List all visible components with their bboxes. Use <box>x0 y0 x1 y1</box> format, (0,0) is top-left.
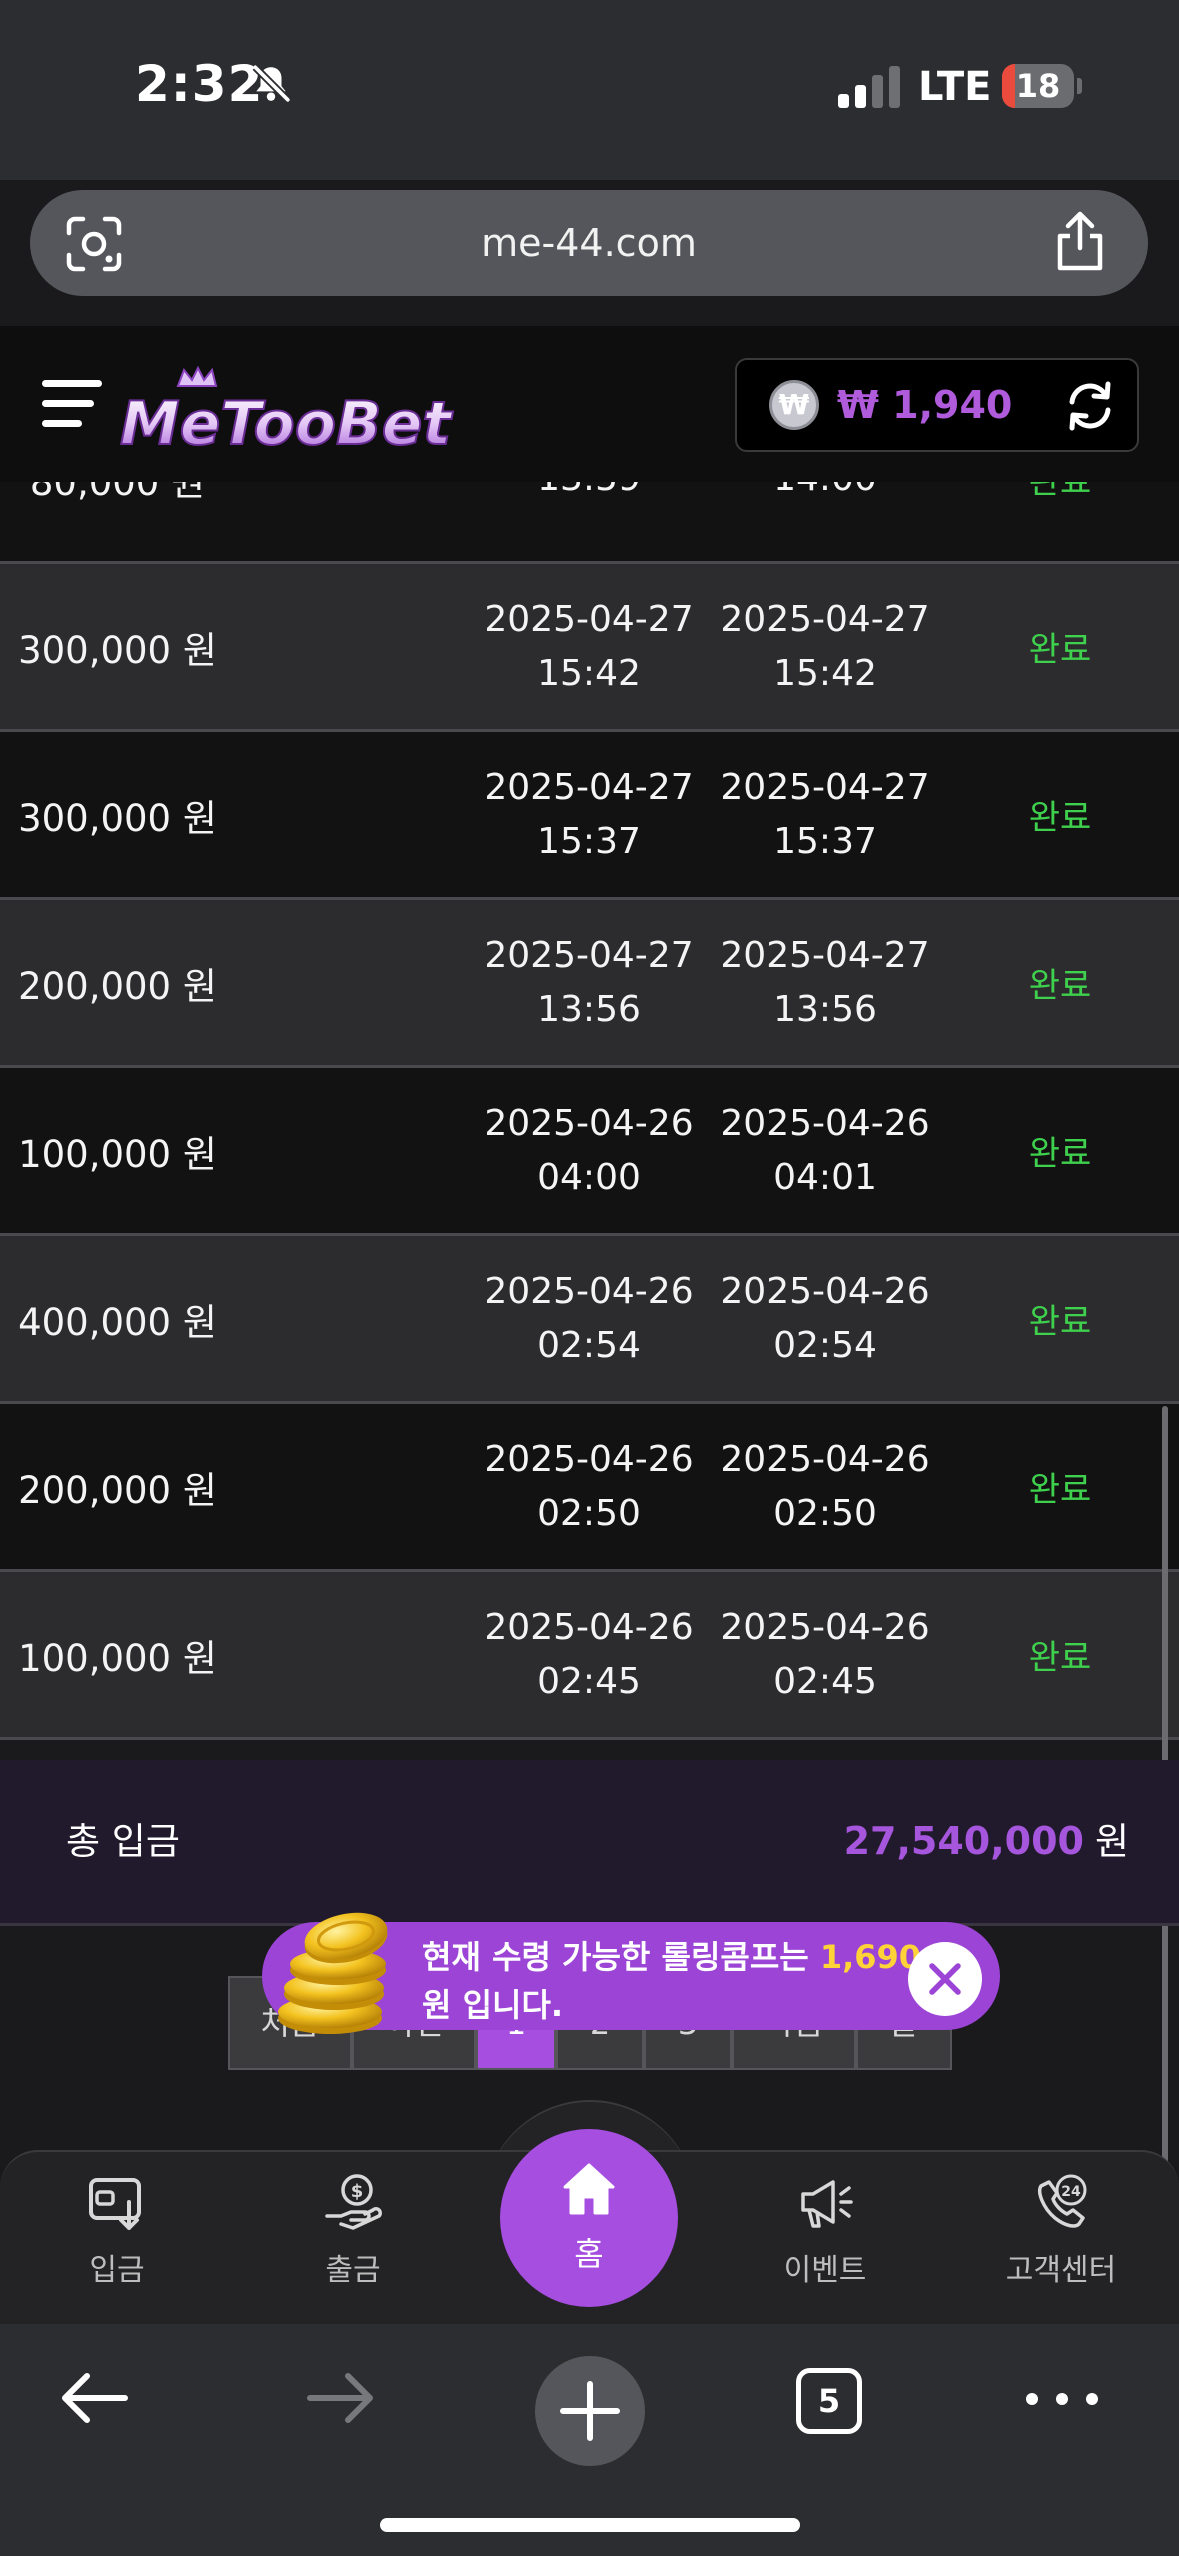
processed-datetime: 2025-04-27 13:56 <box>720 934 930 1030</box>
close-toast-button[interactable] <box>908 1942 982 2016</box>
total-amount: 27,540,000 <box>843 1819 1084 1863</box>
requested-datetime: 2025-04-26 02:50 <box>484 1438 694 1534</box>
toast-comp-value: 1,690 <box>819 1938 922 1976</box>
row-status: 완료 <box>1028 1470 1092 1510</box>
requested-datetime: 2025-04-27 15:37 <box>484 766 694 862</box>
share-icon[interactable] <box>1050 210 1110 274</box>
processed-datetime: 2025-04-27 15:37 <box>720 766 930 862</box>
processed-datetime: 2025-04-26 04:01 <box>720 1102 930 1198</box>
requested-datetime: 2025-04-26 02:45 <box>484 1606 694 1702</box>
nav-support-label: 고객센터 <box>1005 2253 1117 2288</box>
megaphone-icon <box>801 2180 853 2228</box>
status-time: 2:32 <box>135 55 264 113</box>
row-amount: 200,000 원 <box>18 964 217 1008</box>
row-amount: 100,000 원 <box>18 1636 217 1680</box>
phone-24h-icon: 24 <box>1038 2174 1087 2228</box>
network-type: LTE <box>918 64 992 110</box>
metoobet-logo[interactable]: MeTooBet <box>118 364 478 454</box>
url-text[interactable]: me-44.com <box>30 190 1148 296</box>
requested-datetime: 2025-04-27 13:56 <box>484 934 694 1030</box>
row-amount: 80,000 원 <box>29 482 206 504</box>
close-icon[interactable] <box>908 1942 982 2016</box>
nav-withdraw-label: 출금 <box>325 2253 381 2288</box>
toast-message-line1: 현재 수령 가능한 롤링콤프는 1,690 <box>422 1938 922 1976</box>
address-bar[interactable]: me-44.com <box>30 190 1148 296</box>
row-status: 완료 <box>1028 1134 1092 1174</box>
table-row: 400,000 원 2025-04-26 02:54 2025-04-26 02:5… <box>0 1236 1179 1404</box>
row-status: 완료 <box>1028 1302 1092 1342</box>
total-unit: 원 <box>1094 1820 1129 1863</box>
row-status: 완료 <box>1028 798 1092 838</box>
support-24-text: 24 <box>1061 2184 1081 2200</box>
nav-deposit[interactable]: 입금 <box>42 2160 192 2310</box>
new-tab-button[interactable] <box>535 2356 645 2466</box>
row-amount: 200,000 원 <box>18 1468 217 1512</box>
nav-home-button[interactable]: 홈 <box>500 2129 678 2307</box>
nav-support[interactable]: 24 고객센터 <box>986 2160 1136 2310</box>
table-row: 200,000 원 2025-04-27 13:56 2025-04-27 13:5… <box>0 900 1179 1068</box>
table-row: 200,000 원 2025-04-26 02:50 2025-04-26 02:5… <box>0 1404 1179 1572</box>
total-deposit-row: 총 입금 27,540,000 원 <box>0 1760 1179 1926</box>
toast-message-line2: 원 입니다. <box>422 1986 564 2024</box>
back-arrow-icon[interactable] <box>55 2358 135 2438</box>
cell-signal-icon <box>838 66 900 108</box>
requested-datetime: 13:59 <box>469 482 709 561</box>
nav-withdraw[interactable]: $ 출금 <box>278 2160 428 2310</box>
bell-muted-icon <box>252 64 291 103</box>
ios-status-bar: 2:32 LTE 18 <box>0 0 1179 180</box>
row-amount: 100,000 원 <box>18 1132 217 1176</box>
wallet-deposit-icon <box>89 2178 141 2230</box>
battery-level: 18 <box>1015 67 1061 105</box>
table-row: 300,000 원 2025-04-27 15:42 2025-04-27 15:4… <box>0 564 1179 732</box>
table-row: 100,000 원 2025-04-26 04:00 2025-04-26 04:0… <box>0 1068 1179 1236</box>
tab-switcher-button[interactable]: 5 <box>796 2368 862 2434</box>
table-row: 300,000 원 2025-04-27 15:37 2025-04-27 15:3… <box>0 732 1179 900</box>
row-status: 완료 <box>1028 966 1092 1006</box>
more-dots-icon[interactable] <box>1022 2384 1102 2414</box>
processed-datetime: 14:00 <box>705 482 945 561</box>
requested-datetime: 2025-04-26 04:00 <box>484 1102 694 1198</box>
won-coin-icon: ₩ <box>769 380 819 430</box>
home-indicator[interactable] <box>380 2518 800 2532</box>
battery-icon: 18 <box>1002 64 1082 108</box>
requested-datetime: 2025-04-26 02:54 <box>484 1270 694 1366</box>
processed-datetime: 2025-04-27 15:42 <box>720 598 930 694</box>
row-status: 완료 <box>1028 1638 1092 1678</box>
svg-text:$: $ <box>351 2181 364 2202</box>
hamburger-menu-icon[interactable] <box>40 372 106 438</box>
logo-text: MeTooBet <box>120 389 453 454</box>
browser-toolbar: 5 <box>0 2324 1179 2556</box>
gold-coins-icon <box>278 1912 388 2034</box>
row-amount: 400,000 원 <box>18 1300 217 1344</box>
processed-datetime: 2025-04-26 02:45 <box>720 1606 930 1702</box>
row-amount: 300,000 원 <box>18 628 217 672</box>
total-label: 총 입금 <box>66 1820 180 1863</box>
forward-arrow-icon[interactable] <box>300 2358 380 2438</box>
nav-event[interactable]: 이벤트 <box>750 2160 900 2310</box>
site-header: MeTooBet ₩ ₩ 1,940 <box>0 326 1179 488</box>
processed-datetime: 2025-04-26 02:54 <box>720 1270 930 1366</box>
nav-deposit-label: 입금 <box>89 2253 145 2288</box>
deposit-history-table: 80,000 원 13:59 14:00 완료 300,000 원 2025-0… <box>0 482 1179 1760</box>
balance-box: ₩ ₩ 1,940 <box>735 358 1139 452</box>
row-amount: 300,000 원 <box>18 796 217 840</box>
plus-icon[interactable] <box>535 2356 645 2466</box>
hand-coin-icon: $ <box>325 2174 382 2230</box>
nav-event-label: 이벤트 <box>783 2253 867 2288</box>
table-row: 100,000 원 2025-04-26 02:45 2025-04-26 02:4… <box>0 1572 1179 1740</box>
row-status: 완료 <box>1028 630 1092 670</box>
home-icon <box>563 2163 615 2215</box>
refresh-icon[interactable] <box>1064 380 1116 432</box>
table-row: 80,000 원 13:59 14:00 완료 <box>0 482 1179 564</box>
balance-amount: ₩ 1,940 <box>837 383 1013 427</box>
requested-datetime: 2025-04-27 15:42 <box>484 598 694 694</box>
row-status: 완료 <box>1028 482 1092 502</box>
nav-home-label: 홈 <box>574 2235 604 2273</box>
processed-datetime: 2025-04-26 02:50 <box>720 1438 930 1534</box>
